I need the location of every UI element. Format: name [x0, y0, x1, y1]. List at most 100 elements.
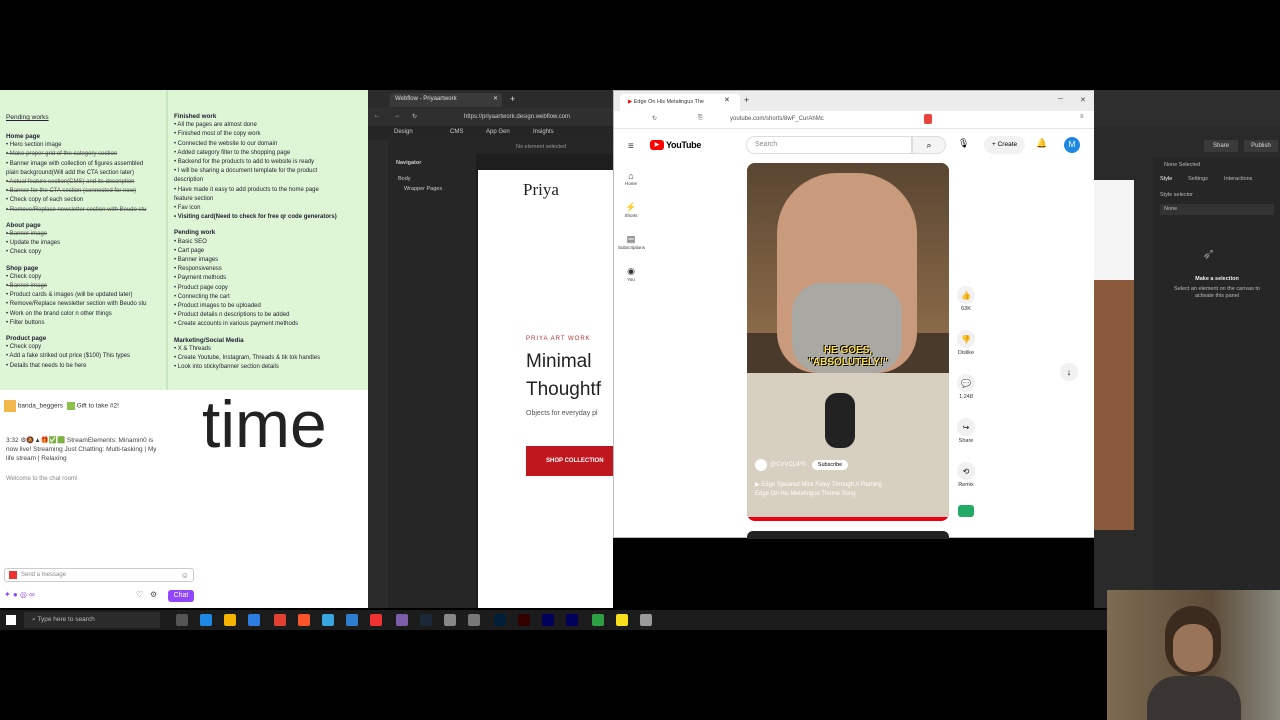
tab-webflow[interactable]: Webflow - Priyaartwork ✕ [390, 93, 502, 107]
app-icon-5[interactable] [468, 614, 480, 626]
photoshop-icon[interactable] [494, 614, 506, 626]
tab-interactions[interactable]: Interactions [1224, 176, 1252, 182]
make-selection-hint: Select an element on the canvas to activ… [1174, 286, 1260, 299]
shield-icon[interactable]: ♡ [136, 590, 143, 599]
channel-name[interactable]: @CVVCLIPS [770, 462, 806, 468]
app-icon-4[interactable] [444, 614, 456, 626]
tab-style[interactable]: Style [1160, 176, 1172, 182]
chat-input[interactable]: Send a message ☺ [4, 568, 194, 582]
shorts-video[interactable]: HE GOES, "ABSOLUTELY!" @CVVCLIPS Subscri… [747, 163, 949, 521]
app-icon-1[interactable] [322, 614, 334, 626]
emoji-icon[interactable]: ☺ [181, 571, 193, 580]
cms-mode[interactable]: CMS [450, 129, 463, 135]
comments-button[interactable]: 💬 1,248 [955, 374, 977, 400]
next-video-arrow-icon[interactable]: ↓ [1060, 363, 1078, 381]
file-explorer-icon[interactable] [224, 614, 236, 626]
taskbar-search[interactable]: ⌕ Type here to search [24, 612, 160, 628]
avatar[interactable]: M [1064, 137, 1080, 153]
yt-url[interactable]: youtube.com/shorts/8wF_CurAhMc [730, 116, 824, 122]
app-icon-7[interactable] [616, 614, 628, 626]
notes-item: • Banner image [6, 283, 48, 290]
style-selector-input[interactable]: None [1160, 204, 1274, 215]
like-count: 63K [961, 306, 971, 312]
next-short-preview[interactable] [747, 531, 949, 539]
after-effects-icon[interactable] [566, 614, 578, 626]
share-button[interactable]: Share [1204, 140, 1238, 152]
new-tab-icon[interactable]: + [744, 95, 749, 105]
dislike-button[interactable]: 👎 Dislike [955, 330, 977, 356]
shop-collection-button[interactable]: SHOP COLLECTION [526, 446, 613, 476]
menu-icon[interactable]: ≡ [1080, 114, 1084, 120]
edge-icon[interactable] [200, 614, 212, 626]
notifications-icon[interactable]: 🔔 [1036, 138, 1047, 149]
notes-divider [166, 90, 168, 390]
url-text[interactable]: https://priyaartwork.design.webflow.com [464, 114, 570, 120]
nav-wrapper[interactable]: Wrapper Pages [404, 186, 442, 192]
design-mode[interactable]: Design [394, 129, 413, 135]
yt-search-input[interactable]: Search [746, 136, 912, 154]
share-button[interactable]: ↪ Share [955, 418, 977, 444]
close-icon[interactable]: ✕ [724, 96, 730, 104]
insights-mode[interactable]: Insights [533, 129, 554, 135]
store-icon[interactable] [248, 614, 260, 626]
new-tab-icon[interactable]: + [510, 94, 515, 104]
forward-icon[interactable]: → [394, 113, 400, 119]
app-icon-6[interactable] [592, 614, 604, 626]
channel-avatar[interactable] [755, 459, 767, 471]
reload-icon[interactable]: ↻ [652, 115, 657, 122]
chrome-icon[interactable] [274, 614, 286, 626]
app-gen-mode[interactable]: App Gen [486, 129, 510, 135]
illustrator-icon[interactable] [518, 614, 530, 626]
premiere-icon[interactable] [542, 614, 554, 626]
mic-icon[interactable]: 🎙 [958, 138, 969, 149]
nav-body[interactable]: Body [398, 176, 411, 182]
tab-settings[interactable]: Settings [1188, 176, 1208, 182]
yt-sidebar-item-home[interactable]: ⌂ Home [618, 171, 644, 186]
yt-sidebar-item-subscriptions[interactable]: ▤ Subscriptions [618, 234, 645, 250]
start-icon[interactable] [6, 615, 16, 625]
reload-icon[interactable]: ↻ [412, 113, 417, 120]
notes-item: • Create accounts in various payment met… [174, 321, 299, 328]
tab-youtube[interactable]: ▶ Edge On His Metalingus The [620, 94, 740, 111]
app-icon-2[interactable] [346, 614, 358, 626]
discord-icon[interactable] [396, 614, 408, 626]
notes-section: Pending work [174, 228, 364, 237]
subscribe-button[interactable]: Subscribe [811, 460, 849, 470]
audio-thumbnail[interactable] [958, 505, 974, 517]
video-caption-2: "ABSOLUTELY!" [808, 357, 888, 368]
yt-sidebar-item-shorts[interactable]: ⚡ Shorts [618, 202, 644, 218]
create-button[interactable]: + Create [984, 136, 1026, 154]
chat-send-button[interactable]: Chat [168, 590, 194, 602]
gift-box-icon [66, 402, 75, 410]
brave-shield-icon[interactable] [924, 114, 932, 124]
steam-icon[interactable] [420, 614, 432, 626]
settings-icon[interactable]: ⚙ [150, 590, 157, 599]
bookmark-icon[interactable]: ⎘ [698, 115, 703, 122]
hero-headline-1: Minimal [526, 351, 592, 372]
app-icon-3[interactable] [370, 614, 382, 626]
notes-item: • Fav icon [174, 205, 201, 212]
remix-button[interactable]: ⟲ Remix [955, 462, 977, 488]
chat-line-1: 3:32 ⚙🔕▲🎁✅🟩 StreamElements: Minamin0 is [6, 437, 154, 444]
app-icon-8[interactable] [640, 614, 652, 626]
close-icon[interactable]: ✕ [493, 95, 498, 102]
like-button[interactable]: 👍 63K [955, 286, 977, 312]
close-window-icon[interactable]: ✕ [1080, 96, 1086, 104]
hamburger-menu-icon[interactable]: ≡ [628, 141, 634, 152]
yt-sidebar-item-you[interactable]: ◉ You [618, 266, 644, 282]
webflow-canvas[interactable]: Priya PRIYA ART WORK Minimal Thoughtf Ob… [478, 170, 613, 608]
chat-tools-icons[interactable]: ✦ ● ◎ ∞ [4, 590, 35, 599]
minimize-icon[interactable]: ─ [1058, 96, 1063, 103]
notes-item: • Create Youtube, Instagram, Threads & t… [174, 355, 321, 362]
wf-canvas-image [1094, 280, 1134, 530]
back-icon[interactable]: ← [374, 113, 380, 119]
chat-username[interactable]: banda_beggers [18, 403, 63, 410]
video-progress[interactable] [747, 517, 949, 521]
publish-button[interactable]: Publish [1244, 140, 1278, 152]
task-view-icon[interactable] [176, 614, 188, 626]
comment-icon: 💬 [957, 374, 975, 392]
video-title[interactable]: ▶ Edge Speared Mick Foley Through A Flam… [755, 481, 945, 499]
search-icon[interactable]: ⌕ [912, 136, 946, 154]
youtube-logo[interactable]: ▶ YouTube [650, 140, 701, 150]
brave-icon[interactable] [298, 614, 310, 626]
